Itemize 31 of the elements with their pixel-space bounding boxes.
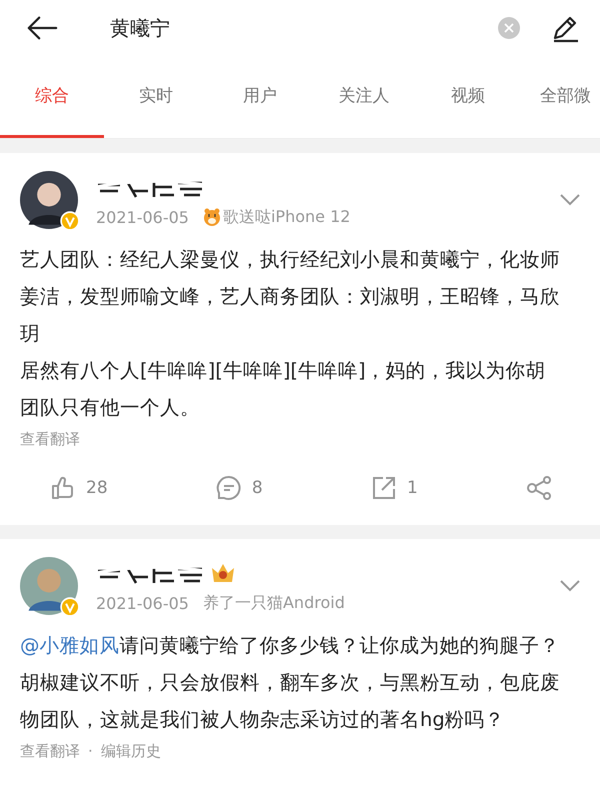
comment-icon[interactable] — [216, 475, 242, 501]
mention-link[interactable]: @小雅如风 — [20, 634, 120, 657]
share-icon[interactable] — [526, 475, 552, 501]
post-text: @小雅如风请问黄曦宁给了你多少钱？让你成为她的狗腿子？胡椒建议不听，只会放假料，翻车多次，与黑粉互动，包庇废物团队，这就是我们被人物杂志采访过的著名hg粉吗？ — [20, 633, 560, 733]
post-text: 居然有八个人[牛哞哞][牛哞哞][牛哞哞]，妈的，我以为你胡团队只有他一个人。 — [20, 358, 547, 421]
chevron-down-icon[interactable] — [560, 580, 580, 592]
post-text: 艺人团队：经纪人梁曼仪，执行经纪刘小晨和黄曦宁，化妆师姜洁，发型师喻文峰，艺人商务团队：刘淑明，王昭锋，马欣玥 — [20, 247, 560, 347]
repost-icon[interactable] — [370, 475, 397, 501]
search-field[interactable]: 黄曦宁 — [110, 16, 498, 40]
tab[interactable]: 用户 — [208, 56, 312, 138]
post-source: 歌送哒iPhone 12 — [222, 206, 350, 228]
back-icon[interactable] — [26, 15, 58, 41]
comment-count: 8 — [252, 478, 263, 498]
clear-button[interactable] — [498, 17, 520, 39]
post-date: 2021-06-05 — [96, 208, 189, 226]
repost-count: 1 — [406, 478, 418, 498]
like-count: 28 — [86, 478, 108, 498]
tab[interactable]: 实时 — [104, 56, 208, 138]
post-date: 2021-06-05 — [96, 594, 189, 612]
avatar[interactable] — [20, 171, 78, 229]
tab[interactable]: 视频 — [416, 56, 520, 138]
close-icon — [504, 23, 514, 33]
tab[interactable]: 关注人 — [312, 56, 416, 138]
link[interactable]: 查看翻译 — [20, 430, 80, 449]
link[interactable]: 编辑历史 — [100, 742, 161, 761]
link[interactable]: 查看翻译 — [20, 742, 80, 761]
post-source: 养了一只猫Android — [202, 592, 345, 614]
chevron-down-icon[interactable] — [560, 194, 580, 206]
thumbs-up-icon[interactable] — [50, 475, 76, 501]
tab[interactable]: 全部微 — [520, 56, 600, 138]
separator-dot: · — [88, 742, 93, 761]
